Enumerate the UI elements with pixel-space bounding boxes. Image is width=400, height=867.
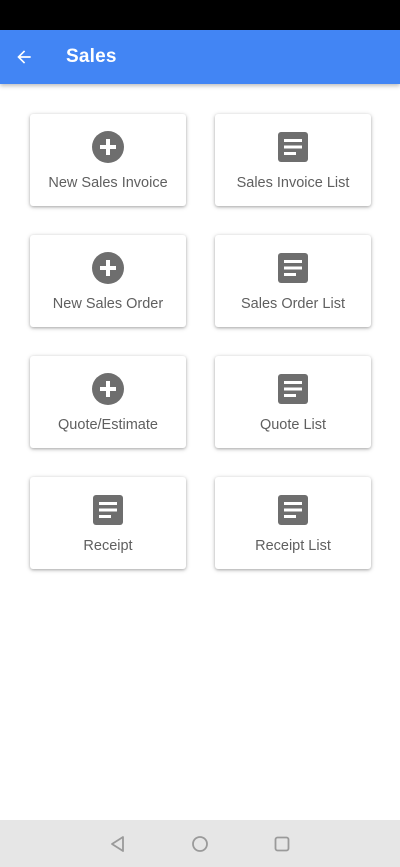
system-back-button[interactable] xyxy=(106,832,130,856)
system-recents-button[interactable] xyxy=(270,832,294,856)
sales-order-list-tile[interactable]: Sales Order List xyxy=(215,235,371,327)
app-bar: Sales xyxy=(0,30,400,84)
tile-label: New Sales Order xyxy=(52,296,164,312)
sales-invoice-list-tile[interactable]: Sales Invoice List xyxy=(215,114,371,206)
add-circle-icon xyxy=(92,131,124,163)
new-sales-order-tile[interactable]: New Sales Order xyxy=(30,235,186,327)
add-circle-icon xyxy=(92,252,124,284)
tile-label: Quote List xyxy=(259,417,327,433)
system-nav-bar xyxy=(0,820,400,867)
tile-label: New Sales Invoice xyxy=(48,175,168,191)
quote-list-tile[interactable]: Quote List xyxy=(215,356,371,448)
sales-menu-grid: New Sales Invoice Sales Invoice List New… xyxy=(30,114,371,569)
tile-label: Receipt List xyxy=(255,538,331,554)
triangle-back-icon xyxy=(111,836,124,852)
tile-label: Quote/Estimate xyxy=(58,417,158,433)
square-recents-icon xyxy=(274,836,290,852)
new-sales-invoice-tile[interactable]: New Sales Invoice xyxy=(30,114,186,206)
document-list-icon xyxy=(277,373,309,405)
back-button[interactable] xyxy=(12,45,36,69)
receipt-tile[interactable]: Receipt xyxy=(30,477,186,569)
circle-home-icon xyxy=(192,836,208,852)
document-list-icon xyxy=(92,494,124,526)
document-list-icon xyxy=(277,494,309,526)
quote-estimate-tile[interactable]: Quote/Estimate xyxy=(30,356,186,448)
tile-label: Receipt xyxy=(83,538,133,554)
tile-label: Sales Invoice List xyxy=(236,175,350,191)
tile-label: Sales Order List xyxy=(241,296,345,312)
document-list-icon xyxy=(277,252,309,284)
receipt-list-tile[interactable]: Receipt List xyxy=(215,477,371,569)
system-home-button[interactable] xyxy=(188,832,212,856)
status-bar xyxy=(0,0,400,30)
document-list-icon xyxy=(277,131,309,163)
arrow-back-icon xyxy=(17,50,31,64)
page-title: Sales xyxy=(66,46,117,67)
add-circle-icon xyxy=(92,373,124,405)
